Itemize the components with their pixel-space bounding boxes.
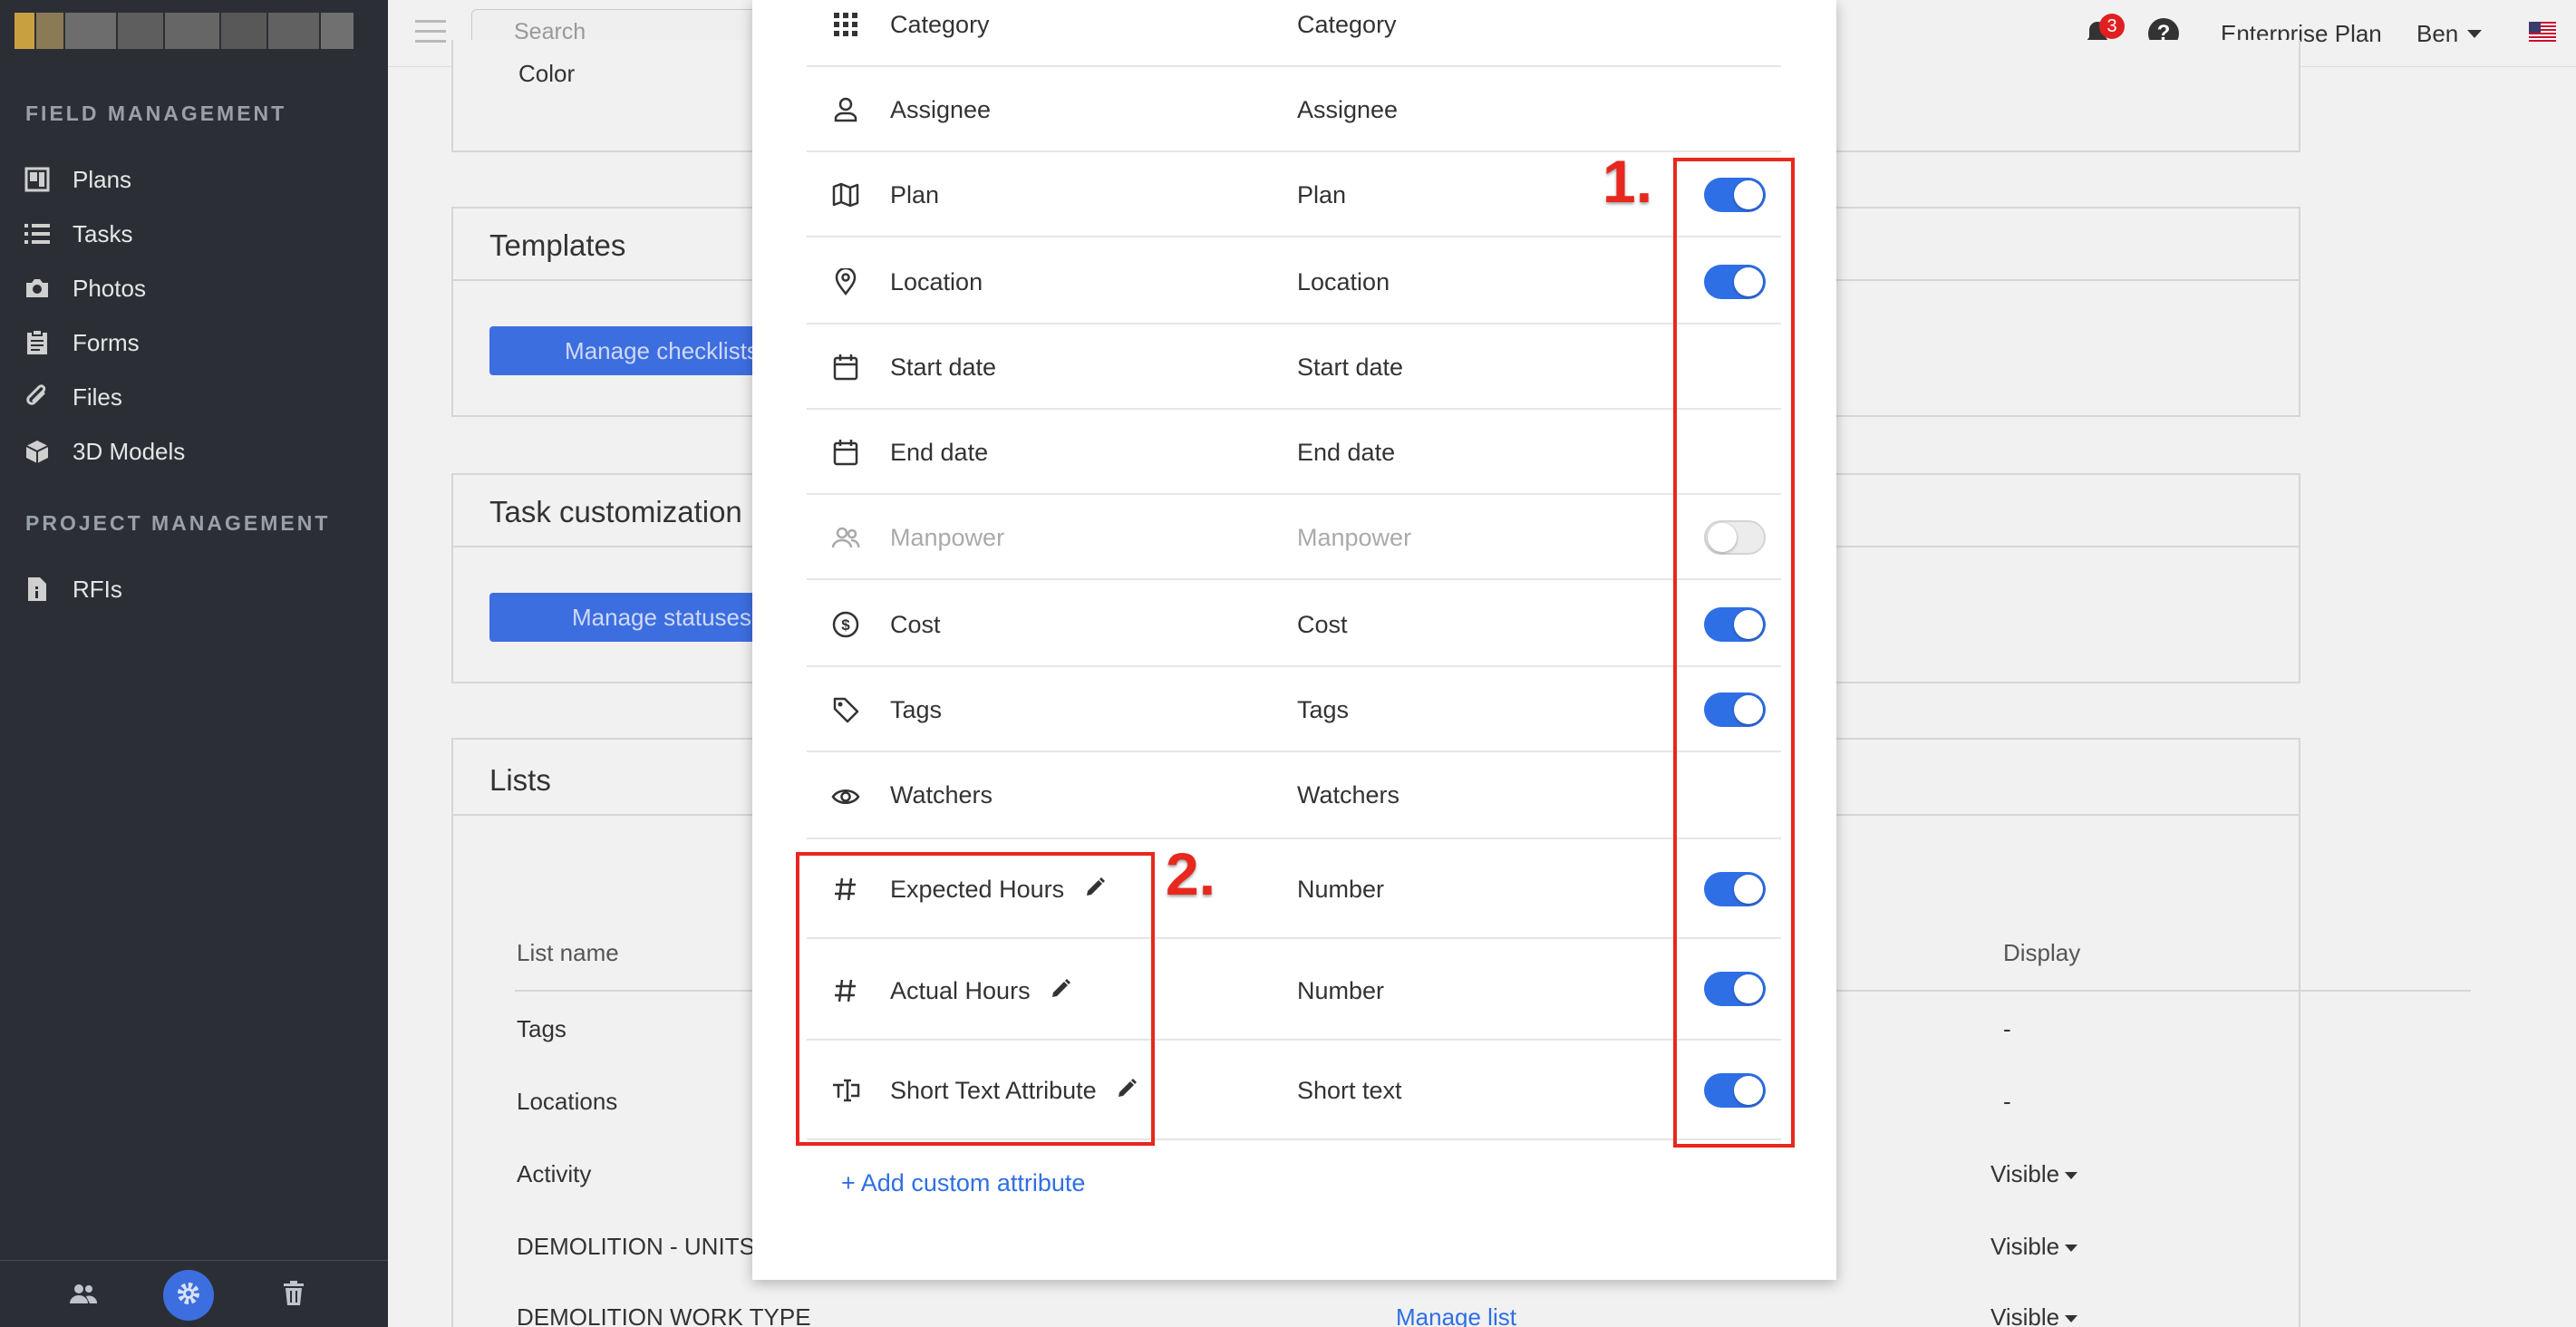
- menu-toggle-button[interactable]: [415, 20, 446, 47]
- hamburger-icon: [415, 20, 446, 23]
- attribute-type: Assignee: [1297, 96, 1399, 123]
- list-row-display-dropdown[interactable]: Visible: [1990, 1303, 2078, 1327]
- sidebar-item-forms[interactable]: Forms: [24, 323, 140, 363]
- list-row-name: Tags: [517, 1015, 567, 1042]
- sidebar-item-label: Photos: [73, 274, 146, 302]
- attribute-type: Number: [1297, 977, 1385, 1004]
- attribute-name: Start date: [890, 354, 997, 381]
- attribute-type: Start date: [1297, 354, 1404, 381]
- user-name: Ben: [2416, 19, 2459, 47]
- forms-icon: [24, 329, 51, 356]
- trash-icon: [283, 1280, 305, 1311]
- cube-icon: [24, 438, 51, 465]
- people-icon: [830, 522, 861, 553]
- sidebar-item-files[interactable]: Files: [24, 377, 122, 417]
- annotation-box-custom-attributes: [796, 852, 1155, 1146]
- plans-icon: [24, 166, 51, 193]
- list-row-name: Activity: [517, 1160, 592, 1187]
- sidebar-item-label: Files: [73, 383, 122, 411]
- attribute-type: End date: [1297, 439, 1396, 466]
- task-customization-title: Task customization: [489, 495, 742, 528]
- attribute-type: Location: [1297, 268, 1390, 295]
- list-row-name: Locations: [517, 1088, 618, 1115]
- sidebar-item-label: Tasks: [73, 219, 133, 247]
- sidebar-footer: [0, 1260, 388, 1327]
- sidebar-item-label: 3D Models: [73, 437, 186, 465]
- location-pin-icon: [830, 266, 861, 297]
- sidebar-item-label: RFIs: [73, 575, 122, 603]
- templates-title: Templates: [489, 228, 626, 262]
- attribute-type: Plan: [1297, 181, 1347, 208]
- sidebar-item-rfis[interactable]: RFIs: [24, 569, 122, 609]
- annotation-box-toggles: [1673, 158, 1795, 1148]
- attribute-type: Category: [1297, 11, 1397, 38]
- users-icon: [68, 1282, 99, 1310]
- caret-down-icon: [2065, 1172, 2078, 1180]
- attribute-type: Number: [1297, 876, 1385, 903]
- attribute-type: Cost: [1297, 611, 1348, 638]
- attribute-name: Cost: [890, 611, 941, 638]
- sidebar-section-field-management: FIELD MANAGEMENT: [25, 102, 287, 125]
- color-label: Color: [518, 60, 576, 87]
- sidebar-item-label: Plans: [73, 165, 132, 193]
- us-flag-icon: [2529, 20, 2556, 48]
- users-button[interactable]: [58, 1270, 109, 1321]
- calendar-icon: [830, 352, 861, 383]
- attribute-name: Location: [890, 268, 983, 295]
- map-icon: [830, 179, 861, 210]
- list-row-name: DEMOLITION WORK TYPE: [517, 1303, 811, 1327]
- sidebar-section-project-management: PROJECT MANAGEMENT: [25, 511, 331, 535]
- add-custom-attribute-link[interactable]: + Add custom attribute: [841, 1169, 1085, 1197]
- annotation-number-2: 2.: [1166, 840, 1216, 907]
- attribute-name: Manpower: [890, 524, 1005, 551]
- notification-badge: 3: [2099, 14, 2125, 39]
- grid-icon: [830, 9, 861, 40]
- attribute-type: Manpower: [1297, 524, 1412, 551]
- dollar-icon: $: [830, 609, 861, 640]
- list-row-display: -: [2003, 1088, 2011, 1115]
- attribute-type: Watchers: [1297, 781, 1400, 809]
- sidebar-item-label: Forms: [73, 328, 140, 356]
- rfi-icon: [24, 576, 51, 603]
- camera-icon: [24, 275, 51, 302]
- attribute-name: Plan: [890, 181, 940, 208]
- list-row-display: -: [2003, 1015, 2011, 1042]
- attribute-name: Tags: [890, 696, 943, 723]
- tag-icon: [830, 694, 861, 725]
- attribute-name: Category: [890, 11, 990, 38]
- company-logo[interactable]: [0, 0, 388, 67]
- lists-header-name: List name: [517, 939, 619, 966]
- gear-icon: [175, 1280, 202, 1312]
- attribute-name: Assignee: [890, 96, 992, 123]
- attribute-type: Short text: [1297, 1077, 1402, 1104]
- calendar-icon: [830, 437, 861, 468]
- caret-down-icon: [2065, 1315, 2078, 1323]
- list-row-display-dropdown[interactable]: Visible: [1990, 1233, 2078, 1261]
- sidebar-item-tasks[interactable]: Tasks: [24, 214, 132, 254]
- settings-button[interactable]: [163, 1270, 214, 1321]
- caret-down-icon: [2467, 29, 2483, 38]
- paperclip-icon: [24, 383, 51, 411]
- sidebar: FIELD MANAGEMENT Plans Tasks Photos Form…: [0, 0, 388, 1327]
- caret-down-icon: [2065, 1245, 2078, 1253]
- sidebar-item-plans[interactable]: Plans: [24, 160, 131, 199]
- attribute-type: Tags: [1297, 696, 1350, 723]
- sidebar-item-photos[interactable]: Photos: [24, 268, 146, 308]
- lists-title: Lists: [489, 763, 551, 797]
- tasks-icon: [24, 220, 51, 247]
- trash-button[interactable]: [268, 1270, 319, 1321]
- sidebar-item-3d-models[interactable]: 3D Models: [24, 431, 185, 471]
- user-menu[interactable]: Ben: [2416, 0, 2483, 67]
- attribute-name: End date: [890, 439, 989, 466]
- list-row-name: DEMOLITION - UNITS: [517, 1233, 755, 1260]
- list-row-display-dropdown[interactable]: Visible: [1990, 1160, 2078, 1188]
- annotation-number-1: 1.: [1603, 148, 1653, 215]
- language-selector[interactable]: [2529, 0, 2556, 67]
- person-icon: [830, 94, 861, 125]
- lists-header-display: Display: [2003, 939, 2081, 966]
- svg-text:$: $: [841, 616, 850, 634]
- eye-icon: [830, 781, 861, 812]
- manage-list-link[interactable]: Manage list: [1396, 1303, 1516, 1327]
- attribute-name: Watchers: [890, 781, 993, 809]
